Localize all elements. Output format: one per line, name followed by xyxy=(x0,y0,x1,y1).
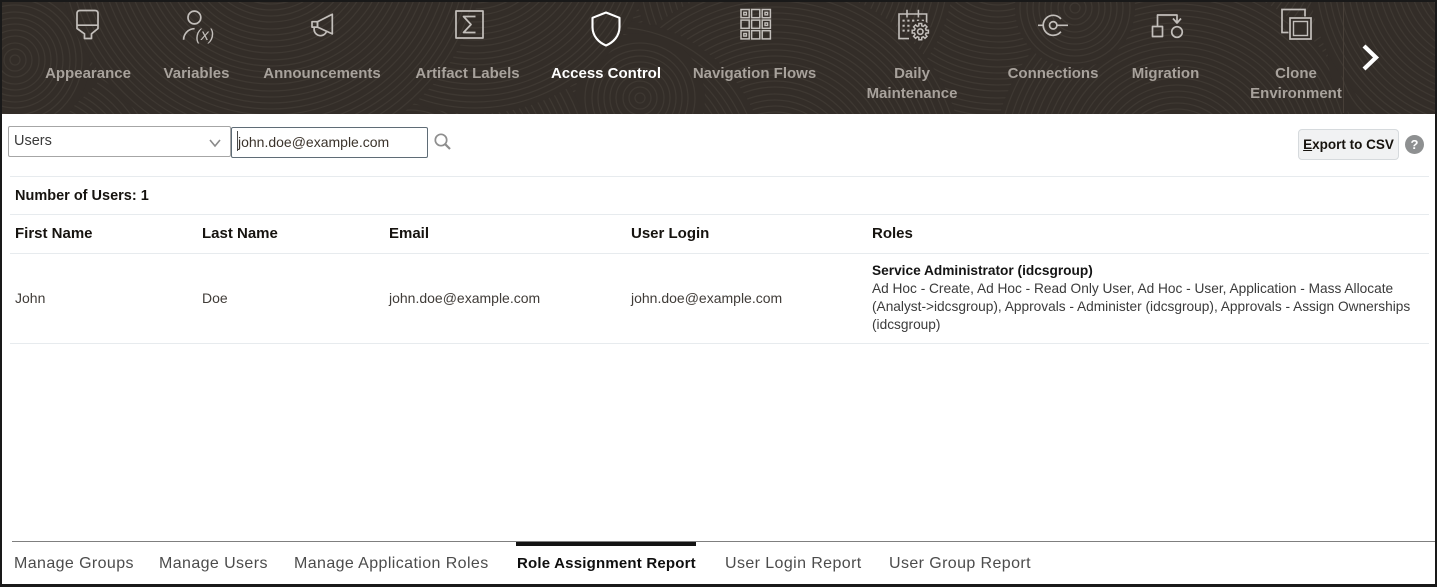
svg-text:(x): (x) xyxy=(195,27,214,44)
